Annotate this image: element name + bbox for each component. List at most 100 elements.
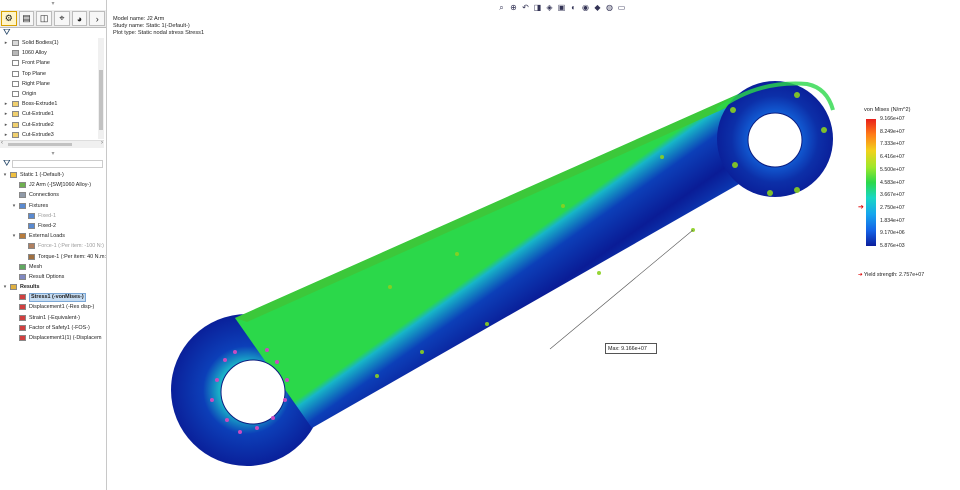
feature-tree-item[interactable]: ▸ Solid Bodies(1) (0, 38, 98, 48)
fixed-icon (28, 212, 35, 219)
yield-strength-text: Yield strength: 2.757e+07 (863, 272, 925, 278)
feature-tree-item[interactable]: ▸ Boss-Extrude1 (0, 99, 98, 109)
feature-tree-item[interactable]: ▸ Cut-Extrude1 (0, 109, 98, 119)
filter-icon[interactable]: ⛛ (3, 158, 11, 168)
feature-tree-vscroll[interactable] (98, 38, 104, 139)
fixed-icon (28, 222, 35, 229)
study-tree-item[interactable]: Mesh (0, 262, 106, 272)
plane-icon (12, 60, 19, 67)
legend-tick-label: 1.834e+07 (880, 217, 905, 224)
study-tree-item[interactable]: ▾ External Loads (0, 231, 106, 241)
feature-tree-item[interactable]: ▸ Cut-Extrude3 (0, 130, 98, 139)
solid-bodies-icon (12, 40, 19, 46)
study-tree-item[interactable]: Fixed-1 (0, 211, 106, 221)
legend-tick-label: 9.166e+07 (880, 116, 905, 122)
feature-tree-item[interactable]: ▸ Cut-Extrude2 (0, 120, 98, 130)
force-icon (28, 243, 35, 250)
study-tree-label: External Loads (29, 233, 65, 240)
plot-icon (19, 324, 26, 331)
study-tree-label: Force-1 (:Per item: -100 N:) (38, 243, 104, 250)
study-tree-item[interactable]: Result Options (0, 272, 106, 282)
feature-manager-icon[interactable]: ⚙ (1, 11, 17, 26)
feature-tree-label: Solid Bodies(1) (22, 40, 59, 46)
study-tree-item[interactable]: Connections (0, 190, 106, 200)
study-tree-item[interactable]: ▾ Fixtures (0, 201, 106, 211)
scroll-right-icon[interactable]: › (101, 140, 103, 146)
study-tree-item[interactable]: Stress1 (-vonMises-) (0, 292, 106, 303)
study-tree-label: J2 Arm (-[SW]1060 Alloy-) (29, 182, 92, 189)
feature-tree-label: Cut-Extrude1 (22, 111, 54, 118)
legend-title: von Mises (N/m^2) (864, 107, 911, 113)
study-tree-item[interactable]: Force-1 (:Per item: -100 N:) (0, 241, 106, 251)
study-tree-item[interactable]: Displacement1(1) (-Displacem (0, 333, 106, 343)
feature-tree-hscroll[interactable]: ‹ › (0, 140, 104, 148)
feature-tree-label: Origin (22, 90, 37, 97)
extrude-icon (12, 101, 19, 108)
legend-tick-label: 4.583e+07 (880, 179, 905, 186)
feature-tree-item[interactable]: Top Plane (0, 69, 98, 79)
expand-icon[interactable]: ▸ (3, 109, 9, 119)
feature-tree-label: Boss-Extrude1 (22, 101, 58, 108)
simulation-study-tree: ▾ Static 1 (-Default-) J2 Arm (-[SW]1060 A… (0, 170, 106, 350)
graphics-area[interactable]: Model name: J2 Arm Study name: Static 1(… (107, 0, 960, 490)
display-manager-icon[interactable]: ◕ (71, 11, 88, 26)
study-tree-item[interactable]: ▾ Results (0, 282, 106, 292)
material-icon (12, 50, 19, 57)
plane-icon (12, 70, 19, 77)
feature-tree: ▸ Solid Bodies(1) 1060 Alloy Front Plane Top… (0, 38, 98, 139)
legend-tick-label: 8.249e+07 (880, 128, 905, 135)
stress-plot-model (171, 81, 835, 466)
property-manager-icon[interactable]: ▤ (18, 11, 35, 26)
scroll-thumb[interactable] (8, 143, 72, 146)
panel-splitter[interactable]: ▾ (0, 150, 106, 158)
feature-tree-item[interactable]: 1060 Alloy (0, 48, 98, 58)
expand-icon[interactable]: ▸ (3, 120, 9, 130)
legend-tick-label: 2.750e+07 (880, 204, 905, 211)
fixtures-icon (19, 202, 26, 209)
dimxpert-icon[interactable]: ⌖ (54, 11, 70, 26)
expand-icon[interactable]: ▾ (2, 170, 8, 180)
feature-tree-label: Top Plane (22, 70, 46, 77)
expand-icon[interactable]: ▸ (3, 38, 9, 48)
expand-icon[interactable]: ▸ (3, 130, 9, 139)
tree-filter-input[interactable] (12, 160, 103, 168)
study-tree-label: Fixed-2 (38, 222, 56, 229)
max-stress-probe[interactable]: Max: 9.166e+07 (605, 343, 657, 354)
yield-arrow-icon: ➔ (858, 272, 863, 278)
expand-icon[interactable]: ▾ (11, 201, 17, 211)
legend-tick-label: 3.667e+07 (880, 192, 905, 199)
configuration-manager-icon[interactable]: ◫ (36, 11, 53, 26)
legend-tick-label: 7.333e+07 (880, 141, 905, 148)
expand-icon[interactable]: ▾ (11, 231, 17, 241)
feature-tree-label: Cut-Extrude3 (22, 131, 54, 138)
study-tree-item[interactable]: ▾ Static 1 (-Default-) (0, 170, 106, 180)
feature-tree-item[interactable]: Front Plane (0, 58, 98, 68)
cut-icon (12, 131, 19, 138)
scroll-thumb[interactable] (99, 70, 103, 130)
feature-tree-item[interactable]: Origin (0, 89, 98, 99)
yield-strength-label: ➔ Yield strength: 2.757e+07 (858, 272, 924, 278)
study-tree-label: Displacement1(1) (-Displacem (29, 335, 102, 341)
study-tree-item[interactable]: Displacement1 (-Res disp-) (0, 302, 106, 312)
expand-icon[interactable]: ▸ (3, 99, 9, 109)
study-tree-item[interactable]: Strain1 (-Equivalent-) (0, 313, 106, 323)
filter-icon[interactable]: ⛛ (3, 27, 11, 37)
study-tree-item[interactable]: J2 Arm (-[SW]1060 Alloy-) (0, 180, 106, 190)
feature-tree-label: 1060 Alloy (22, 50, 47, 57)
origin-icon (12, 90, 19, 97)
expand-icon[interactable]: ▾ (2, 282, 8, 292)
scroll-left-icon[interactable]: ‹ (1, 140, 3, 146)
study-tree-item[interactable]: Torque-1 (:Per item: 40 N.m:) (0, 252, 106, 262)
more-tabs-icon[interactable]: › (89, 11, 106, 26)
legend-color-bar (866, 119, 876, 246)
plot-icon (19, 294, 26, 301)
panel-gripper-top[interactable]: ▾ (0, 0, 106, 8)
cut-icon (12, 121, 19, 128)
study-tree-label: Mesh (29, 263, 43, 270)
stress-legend[interactable]: von Mises (N/m^2) 9.166e+07 8.249e+07 7.33… (854, 107, 954, 287)
feature-tree-label: Right Plane (22, 80, 50, 87)
study-tree-item[interactable]: Fixed-2 (0, 221, 106, 231)
study-tree-item[interactable]: Factor of Safety1 (-FOS-) (0, 323, 106, 333)
feature-tree-label: Cut-Extrude2 (22, 121, 54, 128)
feature-tree-item[interactable]: Right Plane (0, 79, 98, 89)
